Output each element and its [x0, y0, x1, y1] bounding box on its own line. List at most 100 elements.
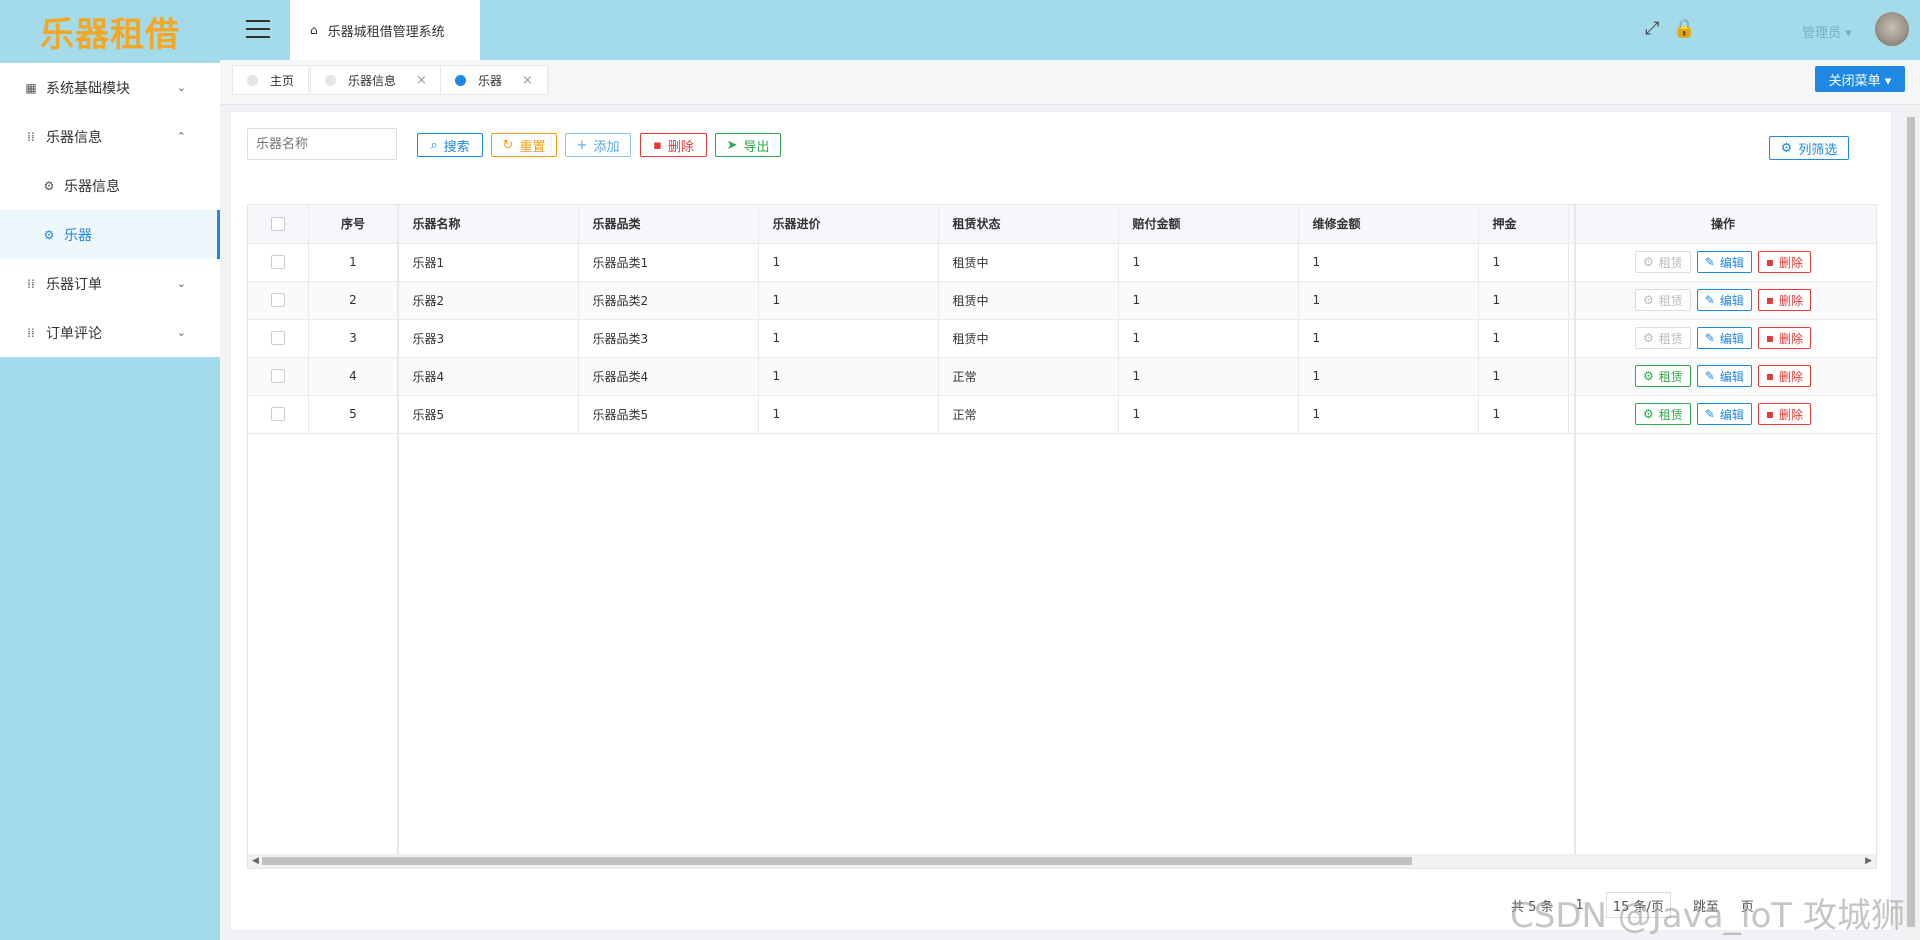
cell-category: 乐器品类3 — [578, 319, 759, 358]
delete-row-button[interactable]: ▪ 删除 — [1757, 289, 1811, 311]
column-header[interactable]: 乐器进价 — [758, 205, 939, 244]
row-checkbox[interactable] — [248, 357, 309, 396]
breadcrumb[interactable]: ⌂ 乐器城租借管理系统 — [290, 0, 480, 60]
edit-button[interactable]: ✎ 编辑 — [1696, 327, 1752, 349]
column-header[interactable]: 乐器品类 — [578, 205, 759, 244]
cell-category: 乐器品类1 — [578, 243, 759, 282]
delete-row-button[interactable]: ▪ 删除 — [1757, 327, 1811, 349]
delete-row-button[interactable]: ▪ 删除 — [1757, 365, 1811, 387]
header-icons: ⤢ 🔒 — [1645, 18, 1696, 39]
export-button[interactable]: ➤ 导出 — [715, 133, 781, 157]
table-row: 4 乐器4 乐器品类4 1 正常 1 1 1 ⚙ 租赁 ✎ 编辑 ▪ 删除 — [248, 357, 1876, 396]
cell-price: 1 — [758, 243, 939, 282]
gear-icon: ⚙ — [43, 178, 55, 193]
cell-name: 乐器3 — [398, 319, 579, 358]
cell-deposit: 1 — [1478, 395, 1569, 434]
sidebar-item-instrument-orders[interactable]: ⁞⁞ 乐器订单 ⌄ — [0, 259, 220, 308]
cell-price: 1 — [758, 281, 939, 320]
edit-icon: ✎ — [1704, 255, 1715, 269]
tab-instrument-info[interactable]: 乐器信息 × — [310, 65, 442, 95]
edit-button[interactable]: ✎ 编辑 — [1696, 365, 1752, 387]
cell-category: 乐器品类4 — [578, 357, 759, 396]
gear-icon: ⚙ — [1642, 369, 1654, 383]
delete-button[interactable]: ▪ 删除 — [640, 133, 707, 157]
sidebar-item-system-basics[interactable]: ▦ 系统基础模块 ⌄ — [0, 63, 220, 112]
tab-home[interactable]: 主页 — [232, 65, 310, 95]
close-icon[interactable]: × — [416, 73, 427, 88]
row-checkbox[interactable] — [248, 395, 309, 434]
cell-deposit: 1 — [1478, 319, 1569, 358]
delete-row-button[interactable]: ▪ 删除 — [1757, 403, 1811, 425]
scrollbar-thumb[interactable] — [262, 857, 1412, 865]
search-input[interactable] — [247, 128, 397, 160]
sidebar-menu: ▦ 系统基础模块 ⌄ ⁞⁞ 乐器信息 ⌃ ⚙ 乐器信息 ⚙ 乐器 ⁞⁞ 乐器订单… — [0, 63, 220, 357]
close-menu-button[interactable]: 关闭菜单 ▾ — [1815, 66, 1905, 92]
column-filter-button[interactable]: ⚙ 列筛选 — [1769, 136, 1849, 160]
edit-button[interactable]: ✎ 编辑 — [1696, 289, 1752, 311]
avatar[interactable] — [1875, 12, 1909, 46]
chevron-down-icon: ⌄ — [176, 277, 186, 290]
edit-icon: ✎ — [1704, 331, 1715, 345]
edit-button[interactable]: ✎ 编辑 — [1696, 403, 1752, 425]
cell-actions: ⚙ 租赁 ✎ 编辑 ▪ 删除 — [1568, 243, 1876, 282]
sidebar-item-instrument-info[interactable]: ⚙ 乐器信息 — [0, 161, 220, 210]
gear-icon: ⚙ — [1642, 255, 1654, 269]
rent-button[interactable]: ⚙ 租赁 — [1634, 365, 1691, 387]
rent-button[interactable]: ⚙ 租赁 — [1634, 327, 1691, 349]
cell-price: 1 — [758, 395, 939, 434]
horizontal-scrollbar[interactable]: ◀ ▶ — [248, 854, 1876, 868]
cell-repair: 1 — [1298, 319, 1479, 358]
column-header[interactable]: 维修金额 — [1298, 205, 1479, 244]
row-checkbox[interactable] — [248, 319, 309, 358]
chevron-down-icon: ⌄ — [176, 81, 186, 94]
sidebar-item-instrument[interactable]: ⚙ 乐器 — [0, 210, 220, 259]
sidebar-item-order-comments[interactable]: ⁞⁞ 订单评论 ⌄ — [0, 308, 220, 357]
dot-icon — [325, 74, 336, 86]
cell-repair: 1 — [1298, 243, 1479, 282]
table-row: 1 乐器1 乐器品类1 1 租赁中 1 1 1 ⚙ 租赁 ✎ 编辑 ▪ 删除 — [248, 243, 1876, 282]
cell-deposit: 1 — [1478, 243, 1569, 282]
user-menu[interactable]: 管理员 ▾ — [1802, 22, 1852, 41]
rent-button[interactable]: ⚙ 租赁 — [1634, 289, 1691, 311]
delete-row-button[interactable]: ▪ 删除 — [1757, 251, 1811, 273]
column-header[interactable]: 乐器名称 — [398, 205, 579, 244]
grid-icon: ⁞⁞ — [27, 325, 35, 340]
cell-status: 租赁中 — [938, 281, 1119, 320]
sidebar-item-instrument-info-group[interactable]: ⁞⁞ 乐器信息 ⌃ — [0, 112, 220, 161]
cell-repair: 1 — [1298, 395, 1479, 434]
reset-button[interactable]: ↻ 重置 — [491, 133, 557, 157]
select-all-checkbox[interactable] — [248, 205, 309, 244]
row-checkbox[interactable] — [248, 243, 309, 282]
cell-price: 1 — [758, 319, 939, 358]
rent-button[interactable]: ⚙ 租赁 — [1634, 403, 1691, 425]
cell-actions: ⚙ 租赁 ✎ 编辑 ▪ 删除 — [1568, 319, 1876, 358]
add-button[interactable]: + 添加 — [565, 133, 631, 157]
data-table: 序号 乐器名称 乐器品类 乐器进价 租赁状态 赔付金额 维修金额 押金 操作 1… — [247, 204, 1877, 869]
column-header[interactable]: 押金 — [1478, 205, 1569, 244]
column-header[interactable]: 赔付金额 — [1118, 205, 1299, 244]
scroll-right-icon[interactable]: ▶ — [1865, 854, 1872, 868]
scroll-left-icon[interactable]: ◀ — [252, 854, 259, 868]
chevron-up-icon: ⌃ — [176, 130, 186, 143]
trash-icon: ▪ — [1765, 407, 1774, 421]
hamburger-menu-icon[interactable] — [246, 20, 270, 38]
column-header[interactable]: 租赁状态 — [938, 205, 1119, 244]
vertical-scrollbar[interactable] — [1905, 105, 1917, 940]
lock-icon[interactable]: 🔒 — [1673, 18, 1695, 39]
cell-actions: ⚙ 租赁 ✎ 编辑 ▪ 删除 — [1568, 395, 1876, 434]
rent-button[interactable]: ⚙ 租赁 — [1634, 251, 1691, 273]
search-icon: ⌕ — [430, 137, 438, 153]
column-header[interactable]: 序号 — [308, 205, 399, 244]
row-checkbox[interactable] — [248, 281, 309, 320]
cell-status: 正常 — [938, 395, 1119, 434]
fixed-column-divider — [1574, 205, 1576, 868]
fullscreen-icon[interactable]: ⤢ — [1645, 18, 1659, 39]
main-content: ⌕搜索 ↻重置 +添加 ▪删除 ➤导出 ⚙列筛选 序号 乐器名称 乐器品类 — [230, 111, 1892, 931]
tab-instrument[interactable]: 乐器 × — [440, 65, 548, 95]
search-button[interactable]: ⌕ 搜索 — [417, 133, 483, 157]
edit-button[interactable]: ✎ 编辑 — [1696, 251, 1752, 273]
cell-name: 乐器2 — [398, 281, 579, 320]
scrollbar-thumb[interactable] — [1907, 117, 1915, 927]
send-icon: ➤ — [726, 137, 738, 153]
close-icon[interactable]: × — [522, 73, 533, 88]
